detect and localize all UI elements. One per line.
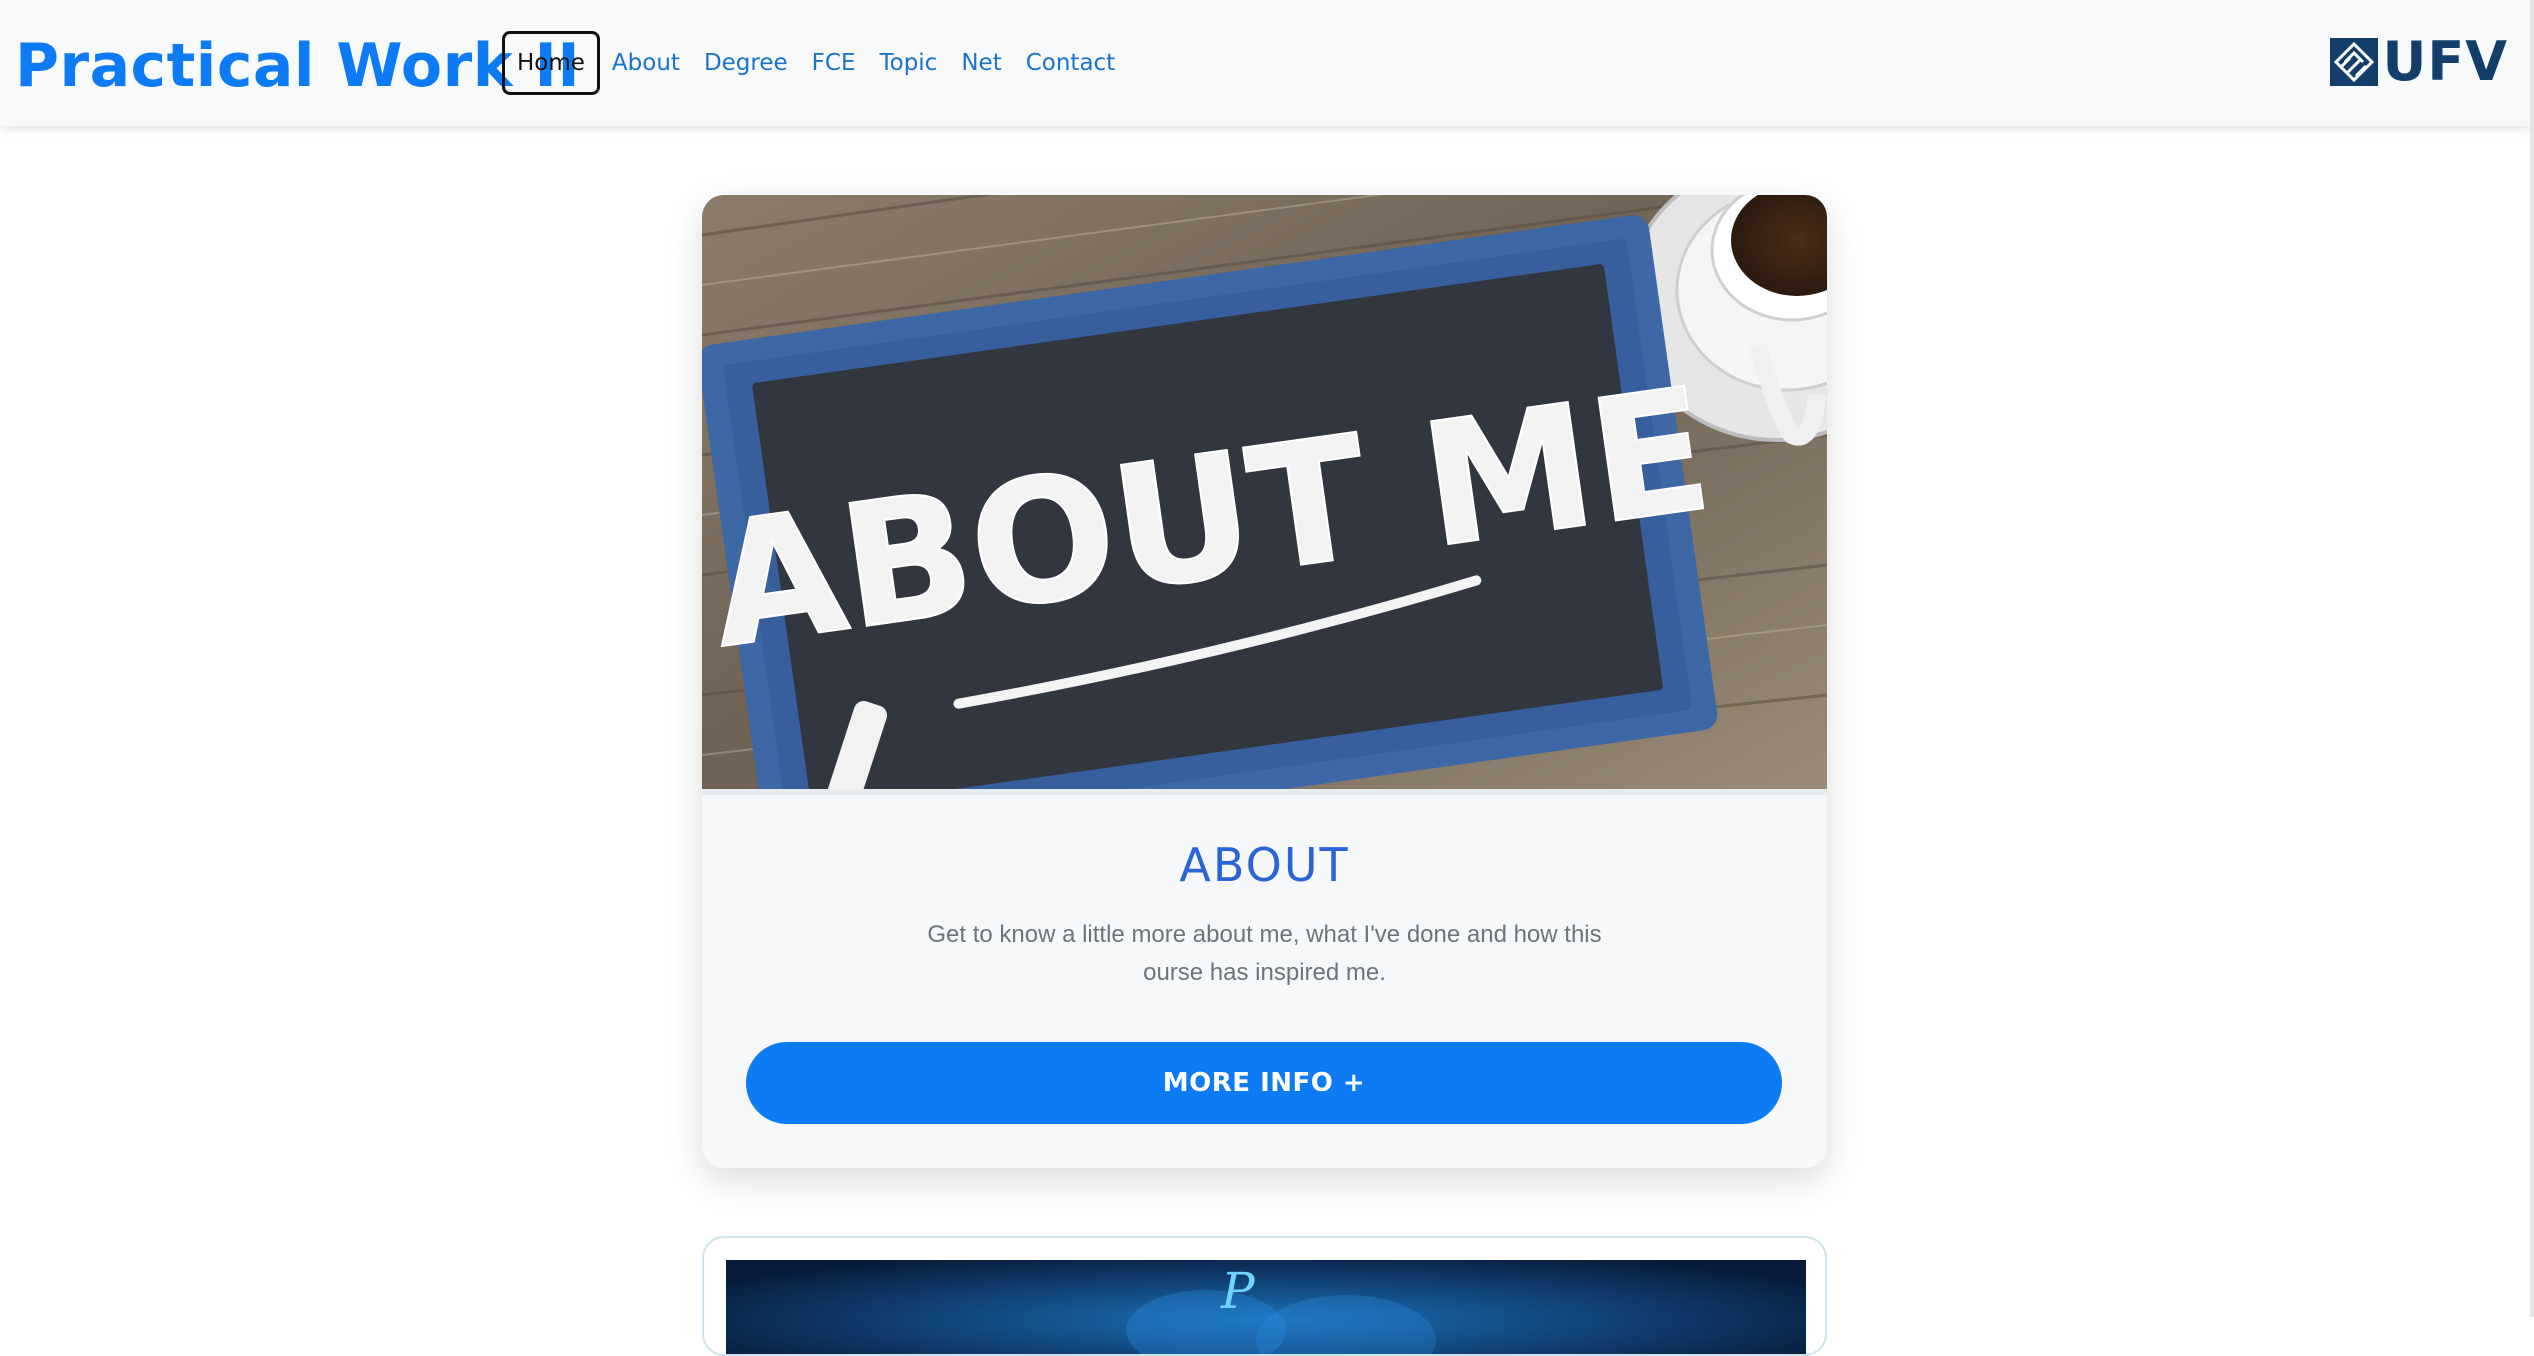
more-info-button[interactable]: MORE INFO + — [746, 1042, 1782, 1124]
image-letter: P — [1220, 1262, 1256, 1320]
card-description: Get to know a little more about me, what… — [927, 921, 1602, 986]
nav-about[interactable]: About — [612, 50, 680, 76]
ufv-logo[interactable]: UFV — [2330, 30, 2508, 93]
second-card-image: P — [726, 1260, 1806, 1354]
nav-fce[interactable]: FCE — [812, 50, 856, 76]
second-card: P — [702, 1236, 1827, 1356]
ufv-logo-icon — [2330, 38, 2379, 86]
scrollbar[interactable] — [2530, 0, 2534, 1317]
nav-home[interactable]: Home — [502, 31, 600, 95]
card-divider — [702, 789, 1827, 795]
about-me-chalkboard-image: ABOUT ME — [702, 195, 1827, 789]
site-title[interactable]: Practical Work II — [15, 28, 580, 104]
nav-contact[interactable]: Contact — [1026, 50, 1115, 76]
nav-degree[interactable]: Degree — [704, 50, 788, 76]
main-nav: Home About Degree FCE Topic Net Contact — [502, 29, 1139, 97]
card-title: ABOUT — [1179, 838, 1350, 892]
navbar: Practical Work II Home About Degree FCE … — [0, 0, 2534, 126]
nav-net[interactable]: Net — [961, 50, 1001, 76]
nav-topic[interactable]: Topic — [879, 50, 937, 76]
logo-text: UFV — [2382, 30, 2508, 93]
about-card: ABOUT ME ABOUT Get to know a little more… — [702, 195, 1827, 1168]
